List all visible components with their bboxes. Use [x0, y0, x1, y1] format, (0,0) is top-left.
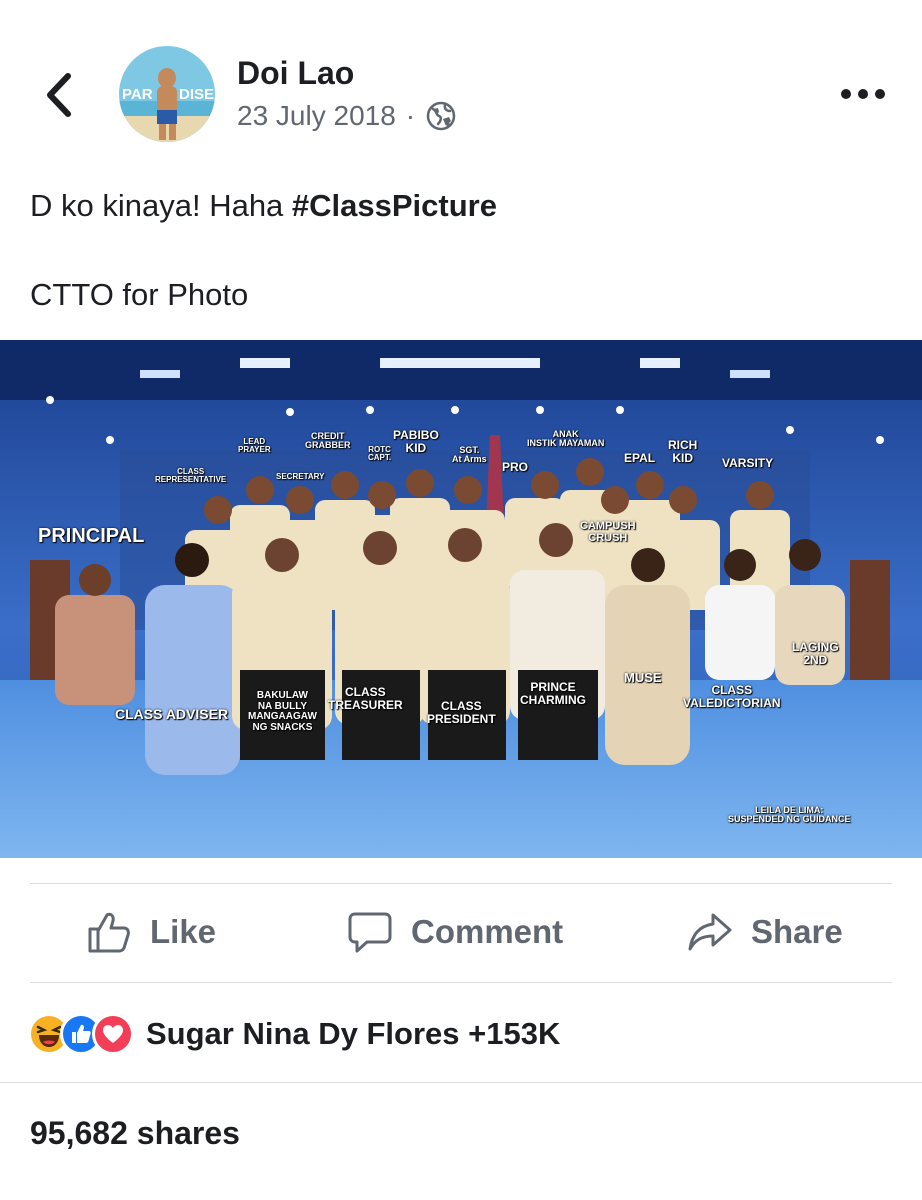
label-rotc-capt: ROTC CAPT. [368, 445, 392, 463]
label-leila-de-lima: LEILA DE LIMA: SUSPENDED NG GUIDANCE [728, 805, 851, 825]
post-meta: 23 July 2018 · [237, 100, 457, 132]
label-bakulaw: BAKULAW NA BULLY MANGAAGAW NG SNACKS [248, 690, 317, 733]
label-epal: EPAL [624, 451, 656, 465]
label-prince-charming: PRINCE CHARMING [520, 680, 586, 707]
label-varsity: VARSITY [722, 456, 774, 470]
label-lead-prayer: LEAD PRAYER [238, 437, 271, 455]
label-campush-crush: CAMPUSH CRUSH [580, 520, 636, 544]
post-actions-bar: Like Comment Share [0, 895, 922, 977]
reactions-summary[interactable]: Sugar Nina Dy Flores +153K [28, 1010, 560, 1058]
like-button[interactable]: Like [86, 909, 216, 955]
actions-top-divider [30, 883, 892, 884]
author-avatar[interactable]: PAR DISE [119, 46, 215, 142]
label-rich-kid: RICH KID [668, 438, 698, 465]
post-photo[interactable]: PRINCIPAL CLASS ADVISER CLASS REPRESENTA… [0, 340, 922, 858]
reaction-icons-group [28, 1013, 134, 1055]
comment-button[interactable]: Comment [347, 909, 563, 955]
label-laging-2nd: LAGING 2ND [792, 640, 839, 667]
shares-count[interactable]: 95,682 shares [30, 1115, 240, 1152]
thumbs-up-icon [88, 912, 130, 953]
shares-divider [0, 1082, 922, 1083]
love-icon [92, 1013, 134, 1055]
globe-icon[interactable] [425, 100, 457, 132]
label-class-president: CLASS PRESIDENT [427, 699, 496, 726]
post-header: PAR DISE Doi Lao 23 July 2018 · [0, 0, 922, 160]
label-sgt-at-arms: SGT. At Arms [452, 445, 487, 465]
back-chevron-icon[interactable] [40, 70, 80, 120]
author-name[interactable]: Doi Lao [237, 55, 354, 92]
label-principal: PRINCIPAL [38, 525, 145, 547]
label-credit-grabber: CREDIT GRABBER [305, 431, 351, 451]
like-label: Like [150, 913, 217, 950]
label-class-adviser: CLASS ADVISER [115, 706, 229, 722]
post-date[interactable]: 23 July 2018 [237, 100, 396, 132]
label-muse: MUSE [624, 670, 662, 685]
post-credit: CTTO for Photo [30, 277, 249, 312]
svg-text:PAR: PAR [122, 86, 153, 103]
svg-text:DISE: DISE [179, 86, 214, 103]
post-text: D ko kinaya! Haha #ClassPicture [30, 188, 497, 224]
share-arrow-icon [688, 913, 732, 951]
label-anak-instik-mayaman: ANAK INSTIK MAYAMAN [527, 429, 605, 449]
label-class-valedictorian: CLASS VALEDICTORIAN [683, 683, 781, 710]
label-class-representative: CLASS REPRESENTATIVE [155, 467, 227, 485]
actions-bottom-divider [30, 982, 892, 983]
share-label: Share [751, 913, 843, 950]
reactions-text[interactable]: Sugar Nina Dy Flores +153K [146, 1016, 560, 1052]
comment-label: Comment [411, 913, 564, 950]
hashtag-link[interactable]: #ClassPicture [292, 188, 497, 223]
meta-separator: · [405, 100, 416, 131]
label-secretary: SECRETARY [276, 472, 325, 481]
post-text-plain: D ko kinaya! Haha [30, 188, 292, 223]
share-button[interactable]: Share [687, 909, 843, 955]
label-pabibo-kid: PABIBO KID [393, 428, 439, 455]
comment-icon [348, 912, 392, 953]
more-options-icon[interactable] [838, 82, 888, 106]
label-pro: PRO [502, 460, 529, 474]
class-photo-illustration [0, 340, 922, 858]
label-class-treasurer: CLASS TREASURER [328, 685, 403, 712]
